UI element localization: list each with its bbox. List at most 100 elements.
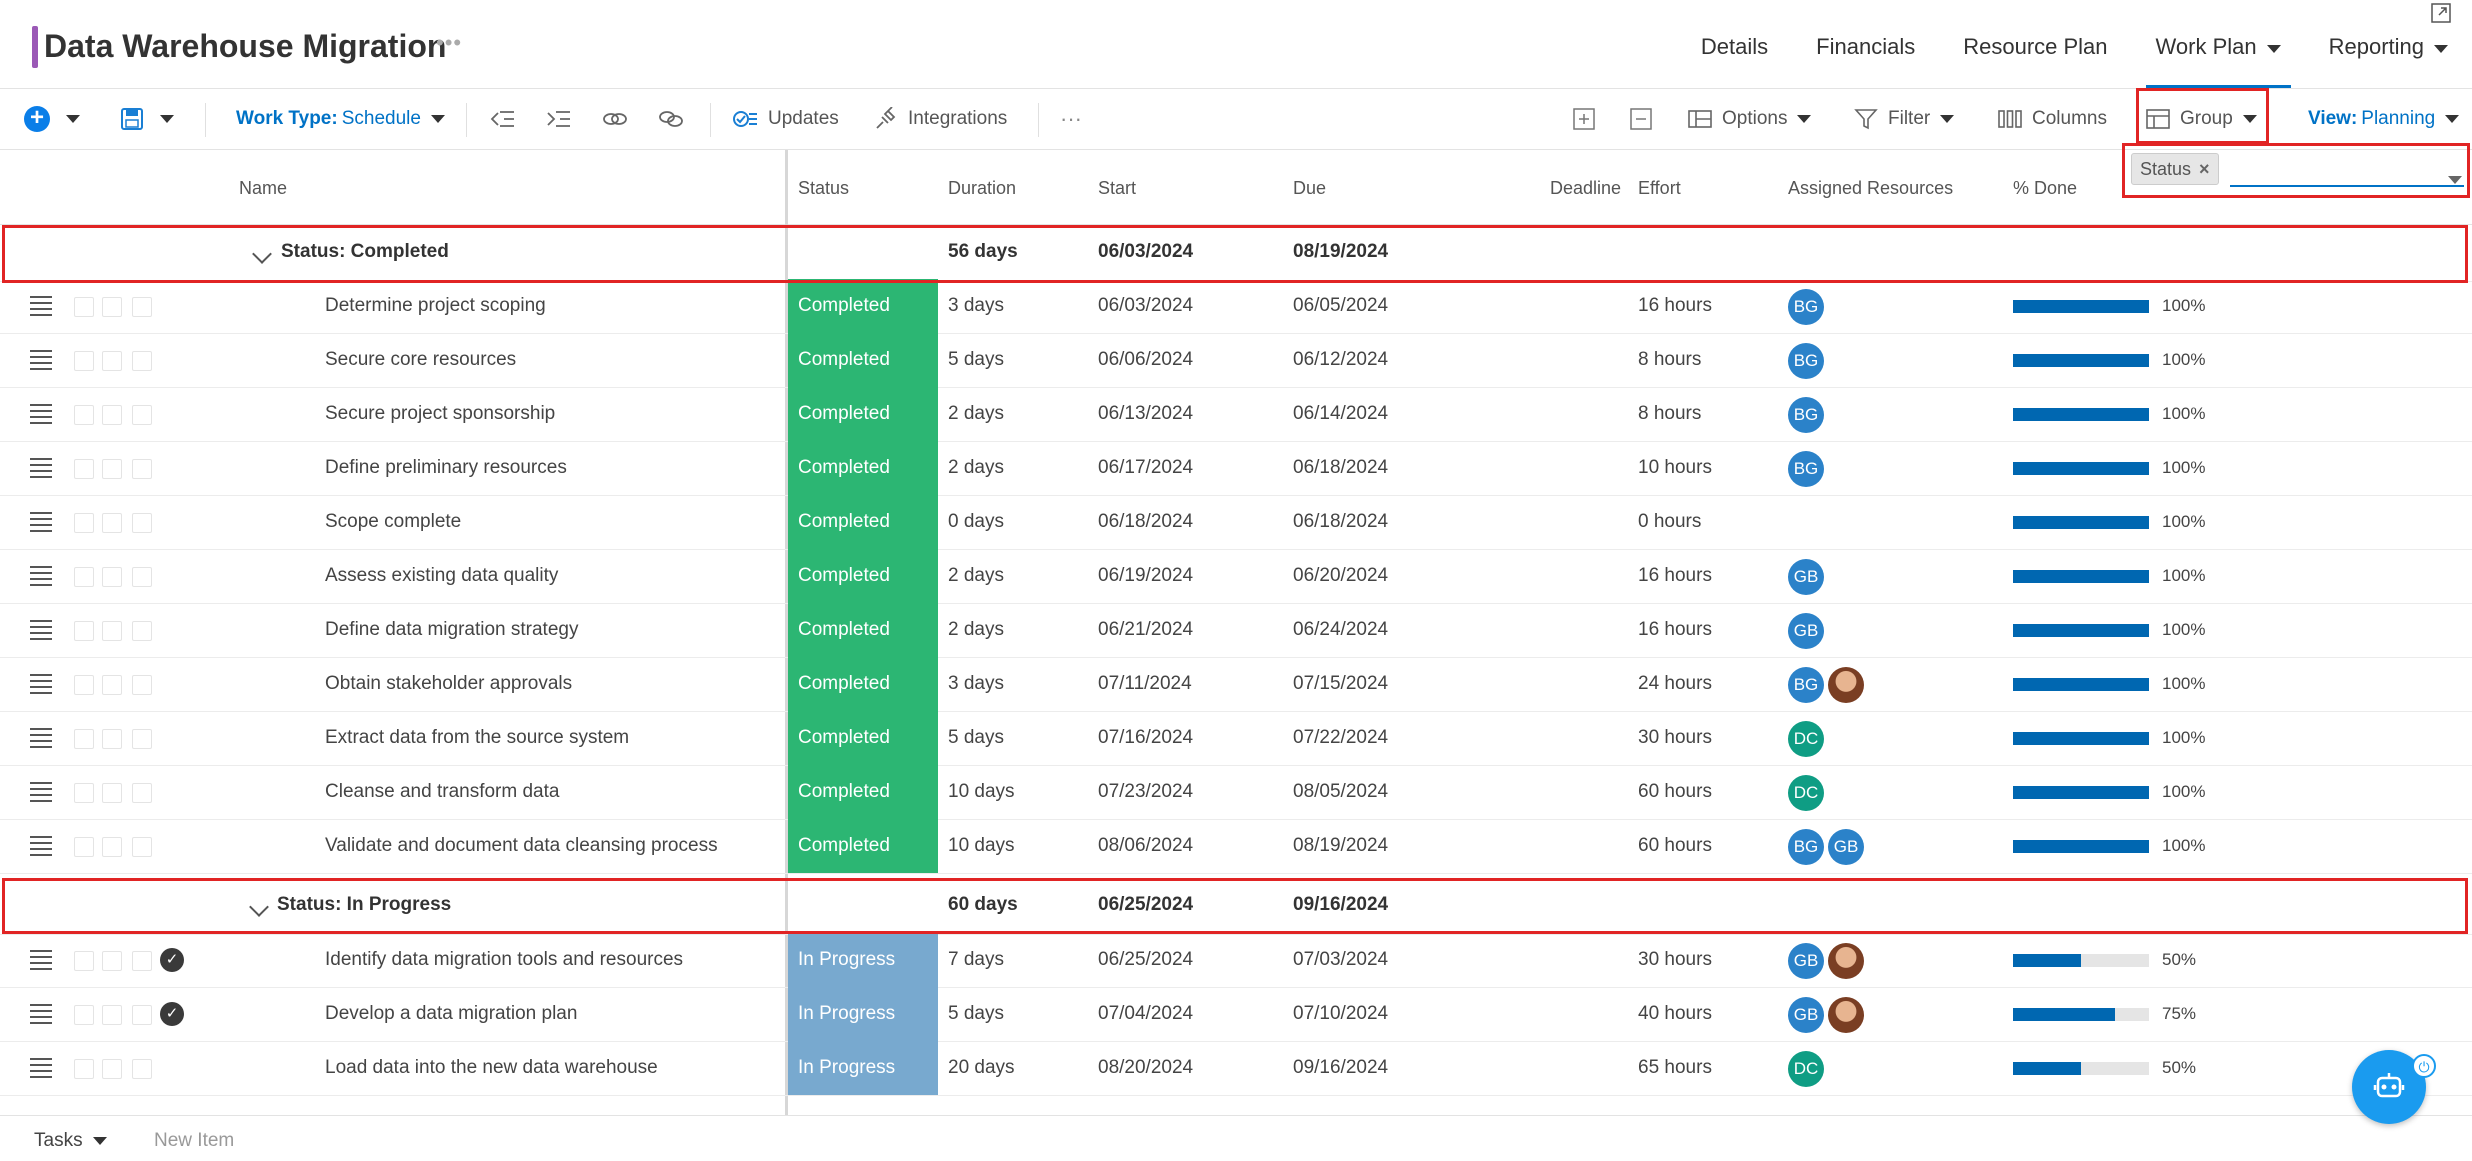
attachment-icon[interactable] (132, 297, 152, 317)
comment-icon[interactable] (74, 783, 94, 803)
avatar[interactable]: BG (1788, 829, 1824, 865)
chat-icon[interactable] (102, 783, 122, 803)
attachment-icon[interactable] (132, 837, 152, 857)
drag-handle-icon[interactable] (30, 350, 52, 370)
comment-icon[interactable] (74, 1059, 94, 1079)
new-item-link[interactable]: New Item (154, 1130, 234, 1152)
group-row[interactable]: Status: In Progress 60 days 06/25/2024 09/1… (0, 878, 2472, 935)
unlink-button[interactable] (658, 89, 684, 149)
tab-resource-plan[interactable]: Resource Plan (1939, 26, 2131, 88)
avatar[interactable]: GB (1788, 613, 1824, 649)
tab-details[interactable]: Details (1677, 26, 1792, 88)
avatar-photo[interactable] (1828, 667, 1864, 703)
status-badge[interactable]: In Progress (788, 933, 938, 987)
table-row[interactable]: Secure core resources Completed 5 days 06/0… (0, 333, 2472, 388)
work-type-dropdown[interactable]: Work Type: Schedule (236, 89, 445, 149)
outdent-button[interactable] (490, 89, 516, 149)
table-row[interactable]: Define data migration strategy Completed 2… (0, 603, 2472, 658)
status-badge[interactable]: Completed (788, 657, 938, 711)
chevron-down-icon[interactable] (66, 115, 80, 123)
chat-icon[interactable] (102, 837, 122, 857)
group-row[interactable]: Status: Completed 56 days 06/03/2024 08/19/… (0, 225, 2472, 282)
chat-icon[interactable] (102, 675, 122, 695)
avatar[interactable]: BG (1788, 289, 1824, 325)
avatar[interactable]: GB (1788, 943, 1824, 979)
table-row[interactable]: Extract data from the source system Compl… (0, 711, 2472, 766)
attachment-icon[interactable] (132, 675, 152, 695)
comment-icon[interactable] (74, 513, 94, 533)
tab-financials[interactable]: Financials (1792, 26, 1939, 88)
drag-handle-icon[interactable] (30, 458, 52, 478)
attachment-icon[interactable] (132, 729, 152, 749)
col-name[interactable]: Name (239, 178, 287, 199)
status-badge[interactable]: Completed (788, 549, 938, 603)
col-effort[interactable]: Effort (1638, 178, 1681, 199)
chevron-down-icon[interactable] (252, 244, 272, 264)
integrations-button[interactable]: Integrations (874, 89, 1007, 149)
attachment-icon[interactable] (132, 1005, 152, 1025)
comment-icon[interactable] (74, 567, 94, 587)
avatar[interactable]: DC (1788, 721, 1824, 757)
table-row[interactable]: Assess existing data quality Completed 2 d… (0, 549, 2472, 604)
indent-button[interactable] (546, 89, 572, 149)
chat-icon[interactable] (102, 567, 122, 587)
collapse-all-button[interactable] (1630, 89, 1652, 149)
table-row[interactable]: Scope complete Completed 0 days 06/18/2024 0… (0, 495, 2472, 550)
more-actions-button[interactable]: ··· (1060, 89, 1082, 149)
col-assigned-resources[interactable]: Assigned Resources (1788, 178, 1953, 199)
attachment-icon[interactable] (132, 951, 152, 971)
chat-icon[interactable] (102, 729, 122, 749)
group-button[interactable]: Group (2146, 89, 2257, 149)
comment-icon[interactable] (74, 405, 94, 425)
comment-icon[interactable] (74, 621, 94, 641)
status-badge[interactable]: Completed (788, 819, 938, 873)
col-start[interactable]: Start (1098, 178, 1136, 199)
avatar[interactable]: DC (1788, 775, 1824, 811)
attachment-icon[interactable] (132, 405, 152, 425)
expand-icon[interactable] (2430, 2, 2452, 24)
comment-icon[interactable] (74, 297, 94, 317)
tasks-dropdown[interactable]: Tasks (34, 1130, 107, 1152)
attachment-icon[interactable] (132, 783, 152, 803)
chat-icon[interactable] (102, 459, 122, 479)
drag-handle-icon[interactable] (30, 782, 52, 802)
link-button[interactable] (602, 89, 628, 149)
status-badge[interactable]: Completed (788, 279, 938, 333)
comment-icon[interactable] (74, 675, 94, 695)
drag-handle-icon[interactable] (30, 404, 52, 424)
avatar[interactable]: GB (1788, 997, 1824, 1033)
chat-icon[interactable] (102, 405, 122, 425)
expand-all-button[interactable] (1573, 89, 1595, 149)
table-row[interactable]: ✓ Identify data migration tools and resou… (0, 933, 2472, 988)
table-row[interactable]: Determine project scoping Completed 3 days… (0, 279, 2472, 334)
attachment-icon[interactable] (132, 621, 152, 641)
avatar[interactable]: DC (1788, 1051, 1824, 1087)
attachment-icon[interactable] (132, 1059, 152, 1079)
status-badge[interactable]: Completed (788, 387, 938, 441)
status-badge[interactable]: In Progress (788, 987, 938, 1041)
col-status[interactable]: Status (798, 178, 849, 199)
drag-handle-icon[interactable] (30, 512, 52, 532)
drag-handle-icon[interactable] (30, 674, 52, 694)
chat-icon[interactable] (102, 351, 122, 371)
avatar[interactable]: GB (1828, 829, 1864, 865)
status-badge[interactable]: Completed (788, 441, 938, 495)
attachment-icon[interactable] (132, 459, 152, 479)
comment-icon[interactable] (74, 459, 94, 479)
status-badge[interactable]: In Progress (788, 1041, 938, 1095)
avatar[interactable]: BG (1788, 451, 1824, 487)
chat-icon[interactable] (102, 1059, 122, 1079)
table-row[interactable]: Obtain stakeholder approvals Completed 3 d… (0, 657, 2472, 712)
avatar-photo[interactable] (1828, 997, 1864, 1033)
chat-icon[interactable] (102, 1005, 122, 1025)
chat-icon[interactable] (102, 621, 122, 641)
drag-handle-icon[interactable] (30, 566, 52, 586)
chat-icon[interactable] (102, 513, 122, 533)
power-icon[interactable]: ⏻ (2412, 1054, 2436, 1078)
drag-handle-icon[interactable] (30, 1058, 52, 1078)
chevron-down-icon[interactable] (160, 115, 174, 123)
drag-handle-icon[interactable] (30, 620, 52, 640)
avatar[interactable]: BG (1788, 343, 1824, 379)
chat-icon[interactable] (102, 297, 122, 317)
status-badge[interactable]: Completed (788, 603, 938, 657)
